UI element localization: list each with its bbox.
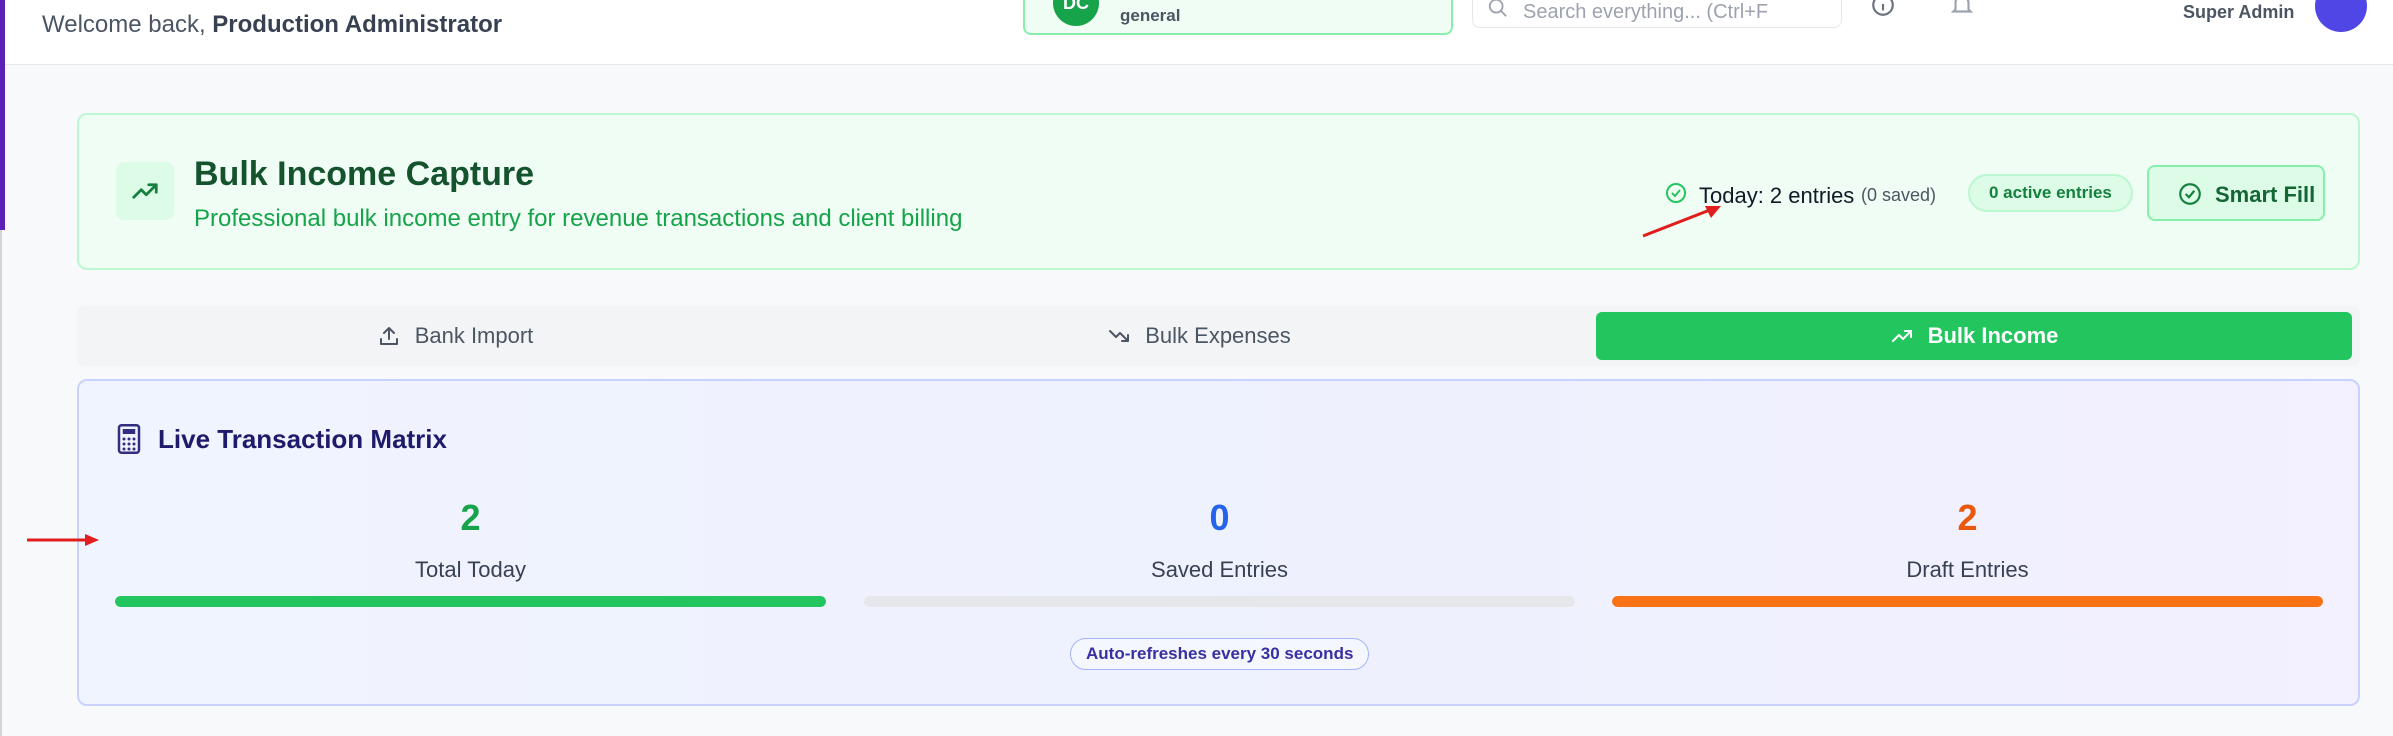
search-icon bbox=[1488, 0, 1507, 17]
active-entries-badge: 0 active entries bbox=[1968, 174, 2133, 212]
live-transaction-matrix: Live Transaction Matrix 2 Total Today 0 … bbox=[77, 379, 2360, 706]
tab-bank-import[interactable]: Bank Import bbox=[83, 312, 827, 360]
progress-bar bbox=[115, 596, 826, 607]
tab-bulk-income[interactable]: Bulk Income bbox=[1596, 312, 2352, 360]
top-header: Welcome back, Production Administrator D… bbox=[5, 0, 2393, 65]
bulk-income-hero: Bulk Income Capture Professional bulk in… bbox=[77, 113, 2360, 270]
stat-total-today: 2 Total Today bbox=[115, 497, 826, 583]
trending-up-icon bbox=[116, 162, 174, 220]
stat-label: Saved Entries bbox=[1151, 557, 1288, 582]
progress-fill bbox=[115, 596, 826, 607]
smart-fill-button[interactable]: Smart Fill bbox=[2147, 165, 2325, 221]
trending-down-icon bbox=[1109, 330, 1130, 342]
left-edge-divider bbox=[0, 230, 2, 736]
auto-refresh-badge: Auto-refreshes every 30 seconds bbox=[1070, 638, 1370, 670]
page-title: Bulk Income Capture bbox=[194, 155, 535, 193]
progress-bar bbox=[864, 596, 1575, 607]
progress-bar bbox=[1612, 596, 2323, 607]
calculator-icon bbox=[117, 424, 141, 454]
global-search[interactable]: Search everything... (Ctrl+F bbox=[1472, 0, 1842, 28]
trending-up-icon bbox=[1891, 330, 1912, 342]
stat-value: 2 bbox=[1957, 497, 1978, 538]
stat-label: Draft Entries bbox=[1906, 557, 2029, 582]
tab-label: Bank Import bbox=[414, 323, 534, 348]
check-circle-icon bbox=[2179, 183, 2201, 205]
welcome-user: Production Administrator bbox=[212, 11, 503, 38]
page-subtitle: Professional bulk income entry for reven… bbox=[194, 205, 963, 232]
org-subtitle: general bbox=[1120, 6, 1181, 25]
tab-bulk-expenses[interactable]: Bulk Expenses bbox=[827, 312, 1571, 360]
chevron-down-icon bbox=[1405, 0, 1421, 2]
matrix-title: Live Transaction Matrix bbox=[158, 424, 447, 454]
user-role: Super Admin bbox=[2183, 2, 2295, 22]
tab-label: Bulk Expenses bbox=[1145, 323, 1291, 348]
tab-label: Bulk Income bbox=[1927, 323, 2059, 348]
upload-icon bbox=[379, 327, 398, 345]
organization-switcher[interactable]: DC general bbox=[1023, 0, 1453, 35]
help-icon[interactable] bbox=[1870, 0, 1896, 18]
stat-value: 0 bbox=[1209, 497, 1230, 538]
stat-saved-entries: 0 Saved Entries bbox=[864, 497, 1575, 583]
bell-icon[interactable] bbox=[1949, 0, 1975, 18]
welcome-prefix: Welcome back, bbox=[42, 11, 213, 38]
progress-fill bbox=[1612, 596, 2323, 607]
org-avatar: DC bbox=[1053, 0, 1099, 26]
annotation-arrow bbox=[1642, 206, 1721, 238]
user-avatar[interactable] bbox=[2315, 0, 2367, 32]
stat-draft-entries: 2 Draft Entries bbox=[1612, 497, 2323, 583]
capture-mode-tabs: Bank Import Bulk Expenses Bulk Income bbox=[77, 306, 2360, 366]
stat-label: Total Today bbox=[415, 557, 526, 582]
welcome-message: Welcome back, Production Administrator bbox=[42, 11, 502, 39]
search-input[interactable]: Search everything... (Ctrl+F bbox=[1523, 1, 1768, 24]
smart-fill-label: Smart Fill bbox=[2215, 182, 2316, 207]
stat-value: 2 bbox=[460, 497, 481, 538]
today-saved-count: (0 saved) bbox=[1861, 185, 1937, 205]
annotation-arrow bbox=[27, 534, 99, 546]
